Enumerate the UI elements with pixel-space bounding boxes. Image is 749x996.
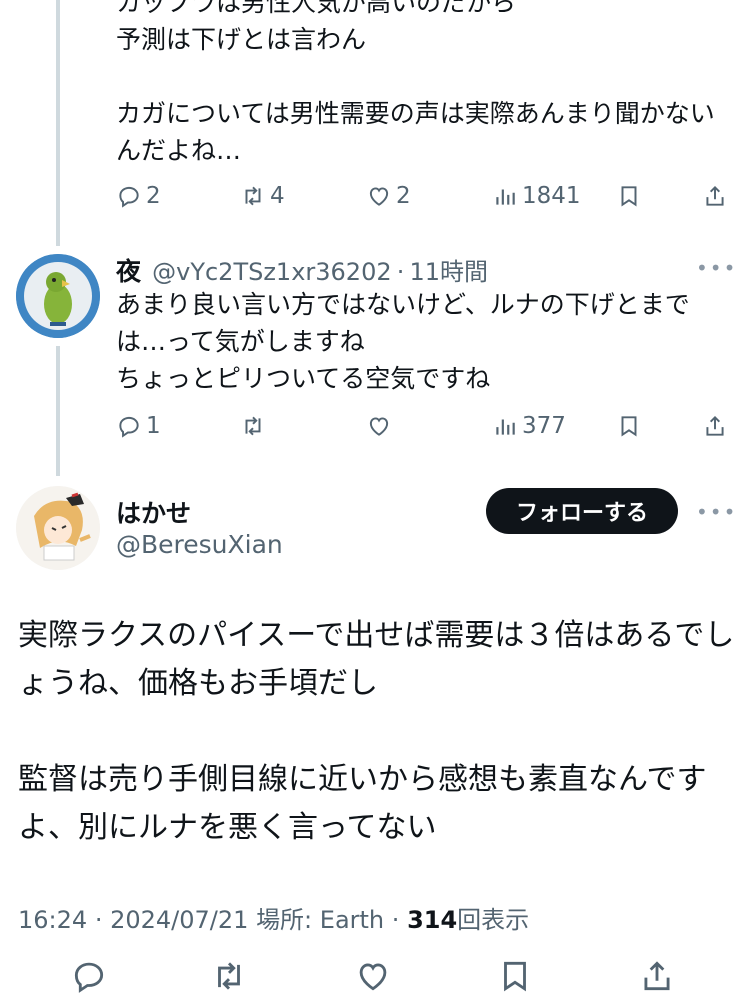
views-count: 1841 [522, 183, 581, 209]
retweet-icon [245, 416, 261, 436]
like-button[interactable] [366, 406, 392, 446]
author-name[interactable]: 夜 [116, 257, 141, 286]
retweet-button[interactable] [210, 956, 248, 996]
author-handle[interactable]: @vYc2TSz1xr36202 [152, 258, 392, 286]
reply-icon [119, 186, 139, 208]
reply-button[interactable]: 2 [116, 176, 161, 216]
reply-count: 1 [146, 413, 161, 439]
bookmark-icon [621, 186, 637, 207]
avatar[interactable] [16, 486, 100, 570]
like-button[interactable] [354, 956, 392, 996]
retweet-button[interactable]: 4 [240, 176, 285, 216]
share-button[interactable] [702, 406, 728, 446]
share-button[interactable] [638, 956, 676, 996]
bookmark-button[interactable] [616, 176, 642, 216]
reply-button[interactable] [70, 956, 108, 996]
tweet-text: 実際ラクスのパイスーで出せば需要は３倍はあるでしょうね、価格もお手頃だし 監督は… [18, 618, 735, 845]
views-count: 314 [407, 906, 458, 934]
reply2-actions: 1 377 [116, 406, 729, 446]
separator-dot: · [391, 906, 400, 934]
anime-avatar-image [16, 486, 100, 570]
reply-icon [74, 962, 104, 993]
reply2-text: あまり良い言い方ではないけど、ルナの下げとまでは…って気がしますね ちょっとピリ… [116, 290, 690, 393]
separator-dot: · [396, 258, 405, 286]
thread-line-top [56, 0, 60, 246]
retweet-button[interactable] [240, 406, 266, 446]
bookmark-icon [504, 961, 526, 992]
separator-dot: · [94, 906, 103, 934]
tweet-date[interactable]: 2024/07/21 [110, 906, 248, 934]
more-icon[interactable]: ••• [696, 500, 737, 524]
author-handle[interactable]: @BeresuXian [116, 530, 283, 559]
more-icon[interactable]: ••• [696, 256, 737, 280]
like-button[interactable]: 2 [366, 176, 411, 216]
views-chart-icon [496, 419, 515, 435]
tweet-time[interactable]: 16:24 [18, 906, 87, 934]
bookmark-button[interactable] [496, 956, 534, 996]
reply-button[interactable]: 1 [116, 406, 161, 446]
heart-icon [369, 187, 389, 206]
views-label: 回表示 [457, 906, 530, 934]
follow-button[interactable]: フォローする [486, 488, 678, 534]
views-button[interactable]: 377 [492, 406, 566, 446]
reply2-header: 夜 @vYc2TSz1xr36202 · 11時間 [116, 252, 488, 286]
bookmark-button[interactable] [616, 406, 642, 446]
retweet-icon [245, 186, 261, 206]
main-actions [0, 956, 749, 996]
parrot-avatar-image [16, 254, 100, 338]
reply-count: 2 [146, 183, 161, 209]
bookmark-icon [621, 416, 637, 437]
views-button[interactable]: 1841 [492, 176, 581, 216]
tweet-location: 場所: Earth [256, 906, 385, 934]
share-icon [706, 185, 724, 206]
reply-icon [119, 416, 139, 438]
share-icon [644, 961, 670, 991]
retweet-icon [218, 962, 240, 990]
avatar[interactable] [16, 254, 100, 338]
views-chart-icon [496, 189, 515, 205]
like-count: 2 [396, 183, 411, 209]
post-time[interactable]: 11時間 [409, 258, 488, 286]
author-name[interactable]: はかせ [116, 494, 191, 530]
reply1-text: カップラは男性人気が高いのだから 予測は下げとは言わん カガについては男性需要の… [116, 0, 715, 165]
reply1-actions: 2 4 2 1841 [116, 176, 729, 216]
share-button[interactable] [702, 176, 728, 216]
heart-icon [359, 963, 387, 991]
retweet-count: 4 [270, 183, 285, 209]
views-count: 377 [522, 413, 566, 439]
thread-line-middle [56, 346, 60, 476]
tweet-meta: 16:24 · 2024/07/21 場所: Earth · 314回表示 [18, 900, 529, 935]
heart-icon [369, 417, 389, 436]
share-icon [706, 415, 724, 436]
